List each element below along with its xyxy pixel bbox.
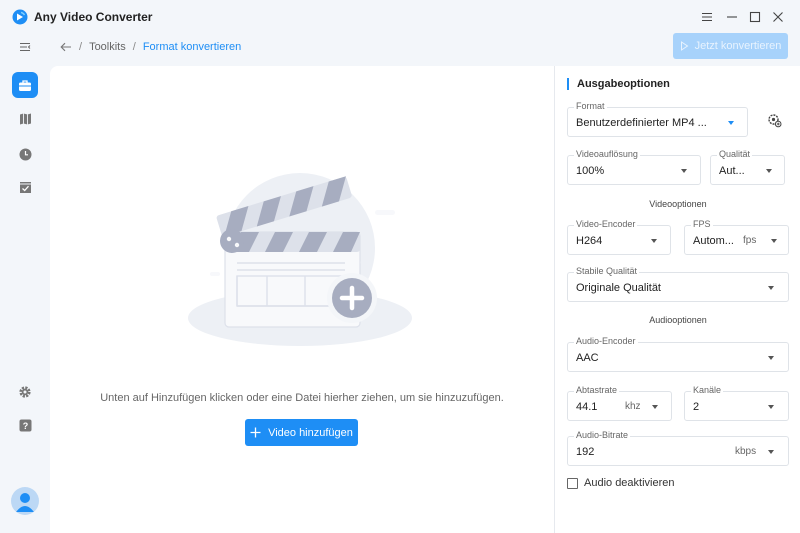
close-icon [773, 12, 783, 22]
gear-icon [19, 386, 31, 398]
panel-title: Ausgabeoptionen [567, 78, 670, 90]
channels-select[interactable]: Kanäle 2 [684, 385, 789, 421]
sample-rate-select[interactable]: Abtastrate 44.1 khz [567, 385, 672, 421]
play-outline-icon [680, 41, 688, 51]
field-label: Audio-Encoder [574, 336, 638, 346]
quality-select[interactable]: Qualität Aut... [710, 149, 785, 185]
chevron-down-icon [768, 356, 774, 360]
chevron-down-icon [651, 239, 657, 243]
disable-audio-checkbox[interactable] [567, 477, 578, 489]
title-bar: Any Video Converter [0, 0, 800, 34]
drop-zone[interactable]: Unten auf Hinzufügen klicken oder eine D… [50, 66, 554, 533]
field-value: 192 [576, 446, 595, 458]
collapse-menu-icon [20, 42, 31, 52]
field-unit: khz [625, 401, 641, 412]
sidebar-item-settings[interactable] [12, 379, 38, 405]
sidebar-item-history[interactable] [12, 141, 38, 167]
video-encoder-select[interactable]: Video-Encoder H264 [567, 219, 671, 255]
add-video-label: Video hinzufügen [268, 426, 353, 439]
book-icon [19, 113, 31, 125]
field-unit: fps [743, 235, 757, 246]
breadcrumb: / Toolkits / Format konvertieren [60, 38, 241, 56]
chevron-down-icon [652, 405, 658, 409]
audio-encoder-select[interactable]: Audio-Encoder AAC [567, 336, 789, 372]
video-resolution-select[interactable]: Videoauflösung 100% [567, 149, 701, 185]
sidebar-item-tasks[interactable] [12, 174, 38, 200]
app-title: Any Video Converter [34, 10, 153, 24]
plus-icon [250, 427, 261, 438]
sidebar-collapse-button[interactable] [12, 34, 38, 60]
stable-quality-select[interactable]: Stabile Qualität Originale Qualität [567, 266, 789, 302]
avatar-icon [16, 493, 34, 512]
convert-now-label: Jetzt konvertieren [694, 40, 782, 52]
field-value: 44.1 [576, 401, 598, 413]
video-options-heading: Videooptionen [649, 199, 707, 209]
field-value: AAC [576, 352, 599, 364]
disable-audio-label: Audio deaktivieren [584, 477, 675, 489]
field-label: FPS [691, 219, 713, 229]
breadcrumb-separator: / [132, 41, 136, 53]
field-label: Qualität [717, 149, 753, 159]
field-label: Kanäle [691, 385, 724, 395]
sidebar: ? [0, 34, 50, 533]
breadcrumb-current: Format konvertieren [142, 41, 242, 53]
breadcrumb-separator: / [79, 41, 83, 53]
add-video-button[interactable]: Video hinzufügen [245, 419, 358, 446]
help-icon: ? [19, 419, 31, 431]
menu-icon [702, 12, 712, 22]
chevron-down-icon [771, 239, 777, 243]
field-label: Format [574, 101, 607, 111]
audio-bitrate-select[interactable]: Audio-Bitrate 192 kbps [567, 430, 789, 466]
sidebar-item-guide[interactable] [12, 106, 38, 132]
task-check-icon [19, 181, 31, 193]
field-value: Originale Qualität [576, 282, 661, 294]
chevron-down-icon [681, 169, 687, 173]
maximize-button[interactable] [744, 6, 766, 28]
sidebar-item-toolkits[interactable] [12, 72, 38, 98]
chevron-down-icon [768, 405, 774, 409]
field-label: Abtastrate [574, 385, 620, 395]
app-logo-icon [12, 9, 28, 25]
field-label: Stabile Qualität [574, 266, 640, 276]
disable-audio-option[interactable]: Audio deaktivieren [567, 477, 675, 489]
format-settings-icon[interactable] [766, 112, 782, 128]
drop-hint: Unten auf Hinzufügen klicken oder eine D… [100, 392, 504, 404]
maximize-icon [749, 11, 761, 23]
field-label: Videoauflösung [574, 149, 640, 159]
close-button[interactable] [767, 6, 789, 28]
chevron-down-icon [768, 450, 774, 454]
breadcrumb-root[interactable]: Toolkits [89, 41, 126, 53]
avatar[interactable] [11, 487, 39, 515]
minimize-icon [727, 16, 737, 18]
audio-options-heading: Audiooptionen [649, 315, 707, 325]
format-select[interactable]: Format Benutzerdefinierter MP4 ... [567, 101, 748, 137]
chevron-down-icon [766, 169, 772, 173]
field-value: 2 [693, 401, 700, 413]
field-unit: kbps [735, 446, 757, 457]
field-value: H264 [576, 235, 603, 247]
field-value: Benutzerdefinierter MP4 ... [576, 117, 707, 129]
history-icon [19, 148, 31, 160]
field-value: 100% [576, 165, 605, 177]
back-arrow-icon[interactable] [60, 42, 72, 52]
field-value: Autom... [693, 235, 734, 247]
field-value: Aut... [719, 165, 745, 177]
convert-now-button[interactable]: Jetzt konvertieren [673, 33, 788, 59]
fps-select[interactable]: FPS Autom... fps [684, 219, 789, 255]
toolbox-icon [19, 79, 31, 91]
menu-button[interactable] [696, 6, 718, 28]
clapperboard-illustration [188, 173, 412, 346]
output-options-panel: Ausgabeoptionen Format Benutzerdefiniert… [554, 66, 800, 533]
svg-text:?: ? [22, 421, 28, 431]
field-label: Audio-Bitrate [574, 430, 631, 440]
field-label: Video-Encoder [574, 219, 638, 229]
sidebar-item-help[interactable]: ? [12, 412, 38, 438]
chevron-down-icon [728, 121, 734, 125]
minimize-button[interactable] [721, 6, 743, 28]
chevron-down-icon [768, 286, 774, 290]
